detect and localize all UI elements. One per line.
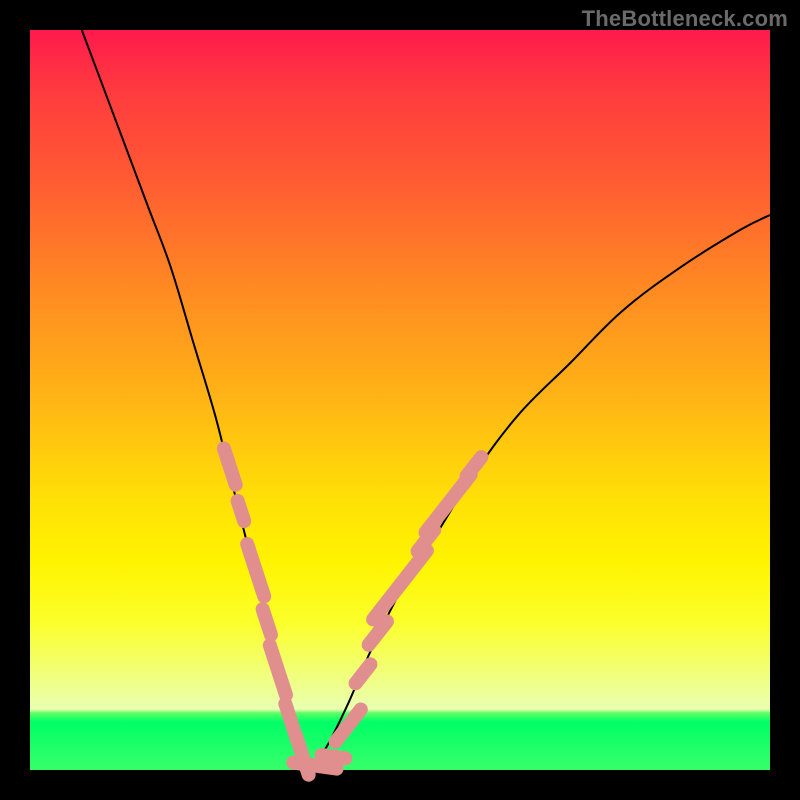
marker-group xyxy=(215,440,491,784)
data-marker xyxy=(261,636,295,703)
plot-area xyxy=(30,30,770,770)
chart-frame: TheBottleneck.com xyxy=(0,0,800,800)
data-marker xyxy=(326,700,371,752)
data-marker xyxy=(254,600,280,643)
curve-svg xyxy=(30,30,770,770)
data-marker xyxy=(215,440,244,494)
watermark-text: TheBottleneck.com xyxy=(582,6,788,32)
data-marker xyxy=(363,541,436,630)
data-marker xyxy=(229,492,253,530)
data-marker xyxy=(346,654,381,693)
data-marker xyxy=(287,727,317,784)
curve-group xyxy=(82,30,770,766)
data-marker xyxy=(238,535,273,605)
curve-right-branch xyxy=(311,215,770,766)
